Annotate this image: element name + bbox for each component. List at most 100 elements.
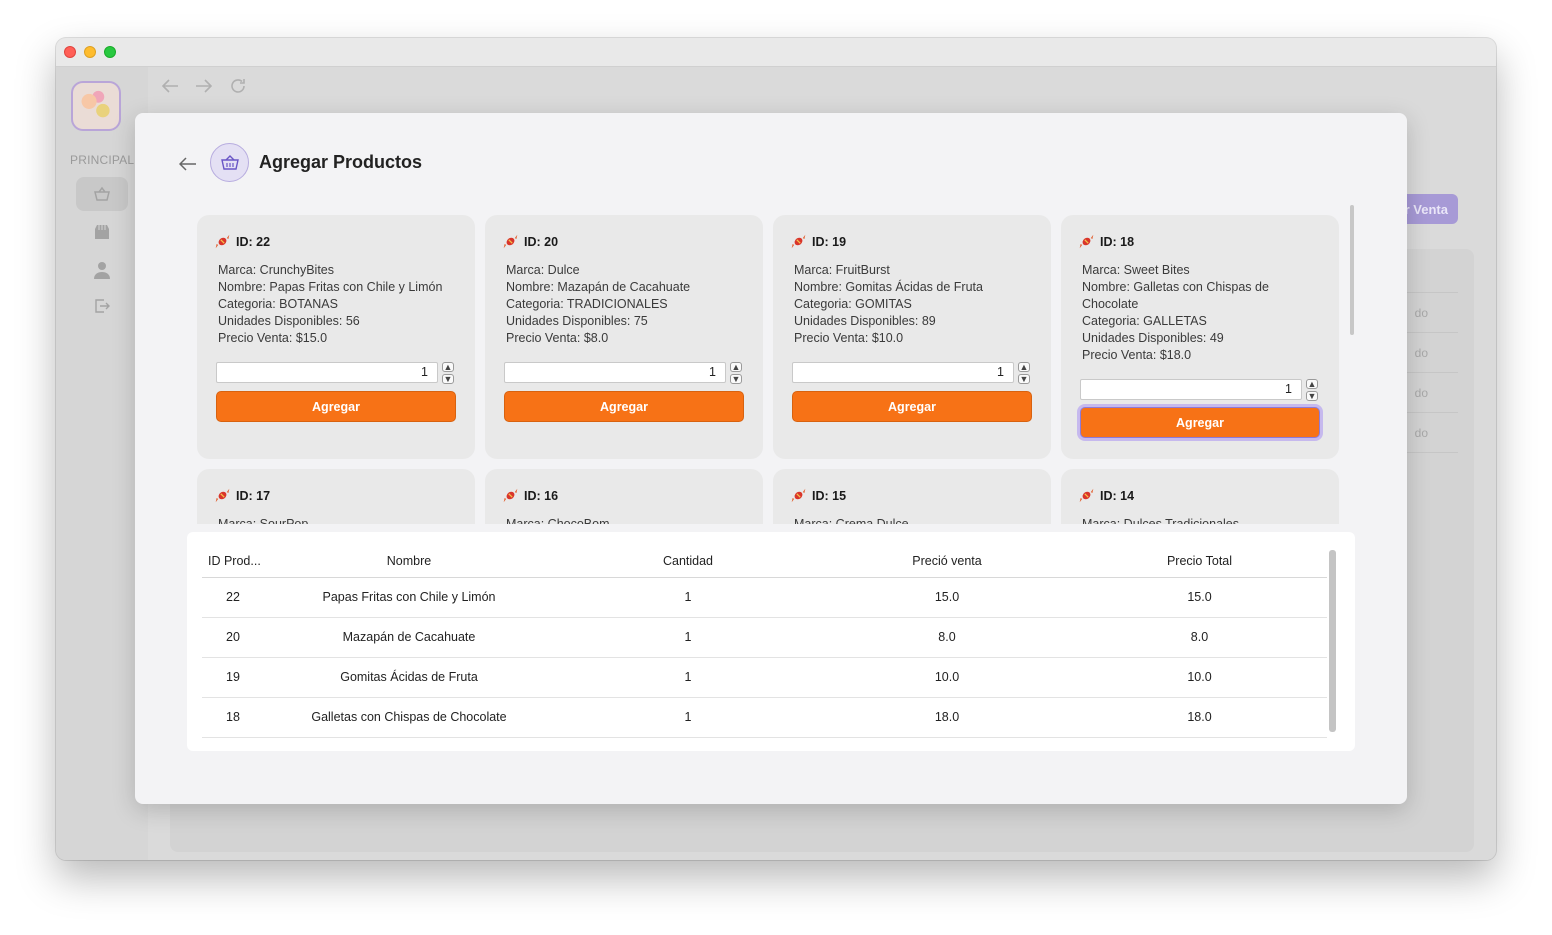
product-id-label: ID: 15 — [812, 488, 847, 503]
forward-arrow-icon[interactable] — [194, 77, 214, 95]
quantity-input[interactable]: 1 — [216, 362, 438, 383]
chevron-down-icon[interactable]: ▼ — [1018, 374, 1030, 384]
table-row[interactable]: 22 Papas Fritas con Chile y Limón 1 15.0 15.… — [202, 577, 1327, 618]
product-id: ID: 18 — [1078, 233, 1134, 250]
chevron-up-icon[interactable]: ▲ — [1306, 379, 1318, 389]
product-details: Marca: SourPop — [218, 516, 458, 524]
quantity-stepper[interactable]: ▲ ▼ — [729, 362, 743, 384]
zoom-window-button[interactable] — [104, 46, 116, 58]
column-header-total[interactable]: Precio Total — [1072, 545, 1327, 578]
product-card: ID: 20 Marca: Dulce Nombre: Mazapán de Cac… — [485, 215, 763, 459]
quantity-stepper[interactable]: ▲ ▼ — [1017, 362, 1031, 384]
sidebar-item-logout[interactable] — [76, 289, 128, 323]
product-categoria: Categoria: BOTANAS — [218, 297, 338, 311]
product-marca: Marca: Crema Dulce — [794, 517, 909, 524]
bg-row-text: do — [1414, 386, 1428, 400]
product-details: Marca: Sweet Bites Nombre: Galletas con C… — [1082, 262, 1322, 364]
table-cell: 1 — [554, 697, 822, 738]
quantity-input[interactable]: 1 — [504, 362, 726, 383]
sidebar-item-user[interactable] — [76, 253, 128, 287]
product-id: ID: 15 — [790, 487, 846, 504]
product-precio: Precio Venta: $8.0 — [506, 331, 609, 345]
chevron-down-icon[interactable]: ▼ — [730, 374, 742, 384]
candy-icon — [790, 233, 807, 250]
add-product-button[interactable]: Agregar — [1080, 407, 1320, 438]
table-cell: 19 — [202, 657, 264, 698]
product-card: ID: 19 Marca: FruitBurst Nombre: Gomitas Á… — [773, 215, 1051, 459]
quantity-stepper[interactable]: ▲ ▼ — [441, 362, 455, 384]
product-precio: Precio Venta: $10.0 — [794, 331, 904, 345]
product-details: Marca: FruitBurst Nombre: Gomitas Ácidas … — [794, 262, 1034, 347]
products-scrollbar[interactable] — [1350, 205, 1354, 335]
product-marca: Marca: Dulce — [506, 263, 580, 277]
product-details: Marca: ChocoBom — [506, 516, 746, 524]
product-categoria: Categoria: TRADICIONALES — [506, 297, 668, 311]
bg-row-text: do — [1414, 426, 1428, 440]
bg-row-text: do — [1414, 346, 1428, 360]
back-button[interactable] — [177, 153, 199, 175]
app-logo — [71, 81, 121, 131]
candy-icon — [214, 487, 231, 504]
minimize-window-button[interactable] — [84, 46, 96, 58]
table-cell: 18 — [202, 697, 264, 738]
column-header-id[interactable]: ID Prod... — [202, 545, 264, 578]
column-header-name[interactable]: Nombre — [264, 545, 554, 578]
chevron-up-icon[interactable]: ▲ — [730, 362, 742, 372]
bg-divider — [1398, 292, 1458, 293]
product-id-label: ID: 17 — [236, 488, 271, 503]
product-id-label: ID: 22 — [236, 234, 271, 249]
add-product-button[interactable]: Agregar — [216, 391, 456, 422]
table-row[interactable]: 19 Gomitas Ácidas de Fruta 1 10.0 10.0 — [202, 657, 1327, 698]
candy-icon — [214, 233, 231, 250]
bg-row-text: do — [1414, 306, 1428, 320]
table-scrollbar[interactable] — [1329, 550, 1336, 732]
table-row[interactable]: 18 Galletas con Chispas de Chocolate 1 18.0… — [202, 697, 1327, 738]
product-card: ID: 17 Marca: SourPop — [197, 469, 475, 524]
quantity-input[interactable]: 1 — [792, 362, 1014, 383]
product-details: Marca: Crema Dulce — [794, 516, 1034, 524]
product-unidades: Unidades Disponibles: 49 — [1082, 331, 1224, 345]
sidebar-item-store[interactable] — [76, 215, 128, 249]
product-marca: Marca: Sweet Bites — [1082, 263, 1190, 277]
product-precio: Precio Venta: $18.0 — [1082, 348, 1192, 362]
chevron-down-icon[interactable]: ▼ — [1306, 391, 1318, 401]
reload-icon[interactable] — [228, 77, 248, 95]
quantity-stepper[interactable]: ▲ ▼ — [1305, 379, 1319, 401]
title-bar — [56, 38, 1496, 67]
add-product-button[interactable]: Agregar — [792, 391, 1032, 422]
add-product-button[interactable]: Agregar — [504, 391, 744, 422]
table-cell: Papas Fritas con Chile y Limón — [264, 577, 554, 618]
product-id: ID: 19 — [790, 233, 846, 250]
column-header-quantity[interactable]: Cantidad — [554, 545, 822, 578]
product-unidades: Unidades Disponibles: 89 — [794, 314, 936, 328]
column-header-price[interactable]: Preció venta — [822, 545, 1072, 578]
table-cell: 22 — [202, 577, 264, 618]
table-cell: 1 — [554, 617, 822, 658]
product-nombre: Nombre: Galletas con Chispas de Chocolat… — [1082, 280, 1269, 311]
nav-controls — [160, 77, 248, 95]
candy-icon — [502, 487, 519, 504]
table-cell: 15.0 — [1072, 577, 1327, 618]
table-cell: 1 — [554, 577, 822, 618]
product-id: ID: 16 — [502, 487, 558, 504]
close-window-button[interactable] — [64, 46, 76, 58]
product-card: ID: 16 Marca: ChocoBom — [485, 469, 763, 524]
back-arrow-icon[interactable] — [160, 77, 180, 95]
chevron-up-icon[interactable]: ▲ — [1018, 362, 1030, 372]
product-marca: Marca: FruitBurst — [794, 263, 890, 277]
chevron-down-icon[interactable]: ▼ — [442, 374, 454, 384]
product-nombre: Nombre: Papas Fritas con Chile y Limón — [218, 280, 443, 294]
cart-table: ID Prod... Nombre Cantidad Preció venta … — [202, 545, 1327, 738]
quantity-input[interactable]: 1 — [1080, 379, 1302, 400]
table-cell: 18.0 — [822, 697, 1072, 738]
table-cell: 18.0 — [1072, 697, 1327, 738]
candy-icon — [790, 487, 807, 504]
product-marca: Marca: ChocoBom — [506, 517, 610, 524]
sidebar-item-sales[interactable] — [76, 177, 128, 211]
candy-icon — [502, 233, 519, 250]
modal-title: Agregar Productos — [259, 152, 423, 172]
chevron-up-icon[interactable]: ▲ — [442, 362, 454, 372]
back-arrow-icon — [179, 157, 196, 171]
table-row[interactable]: 20 Mazapán de Cacahuate 1 8.0 8.0 — [202, 617, 1327, 658]
product-unidades: Unidades Disponibles: 75 — [506, 314, 648, 328]
